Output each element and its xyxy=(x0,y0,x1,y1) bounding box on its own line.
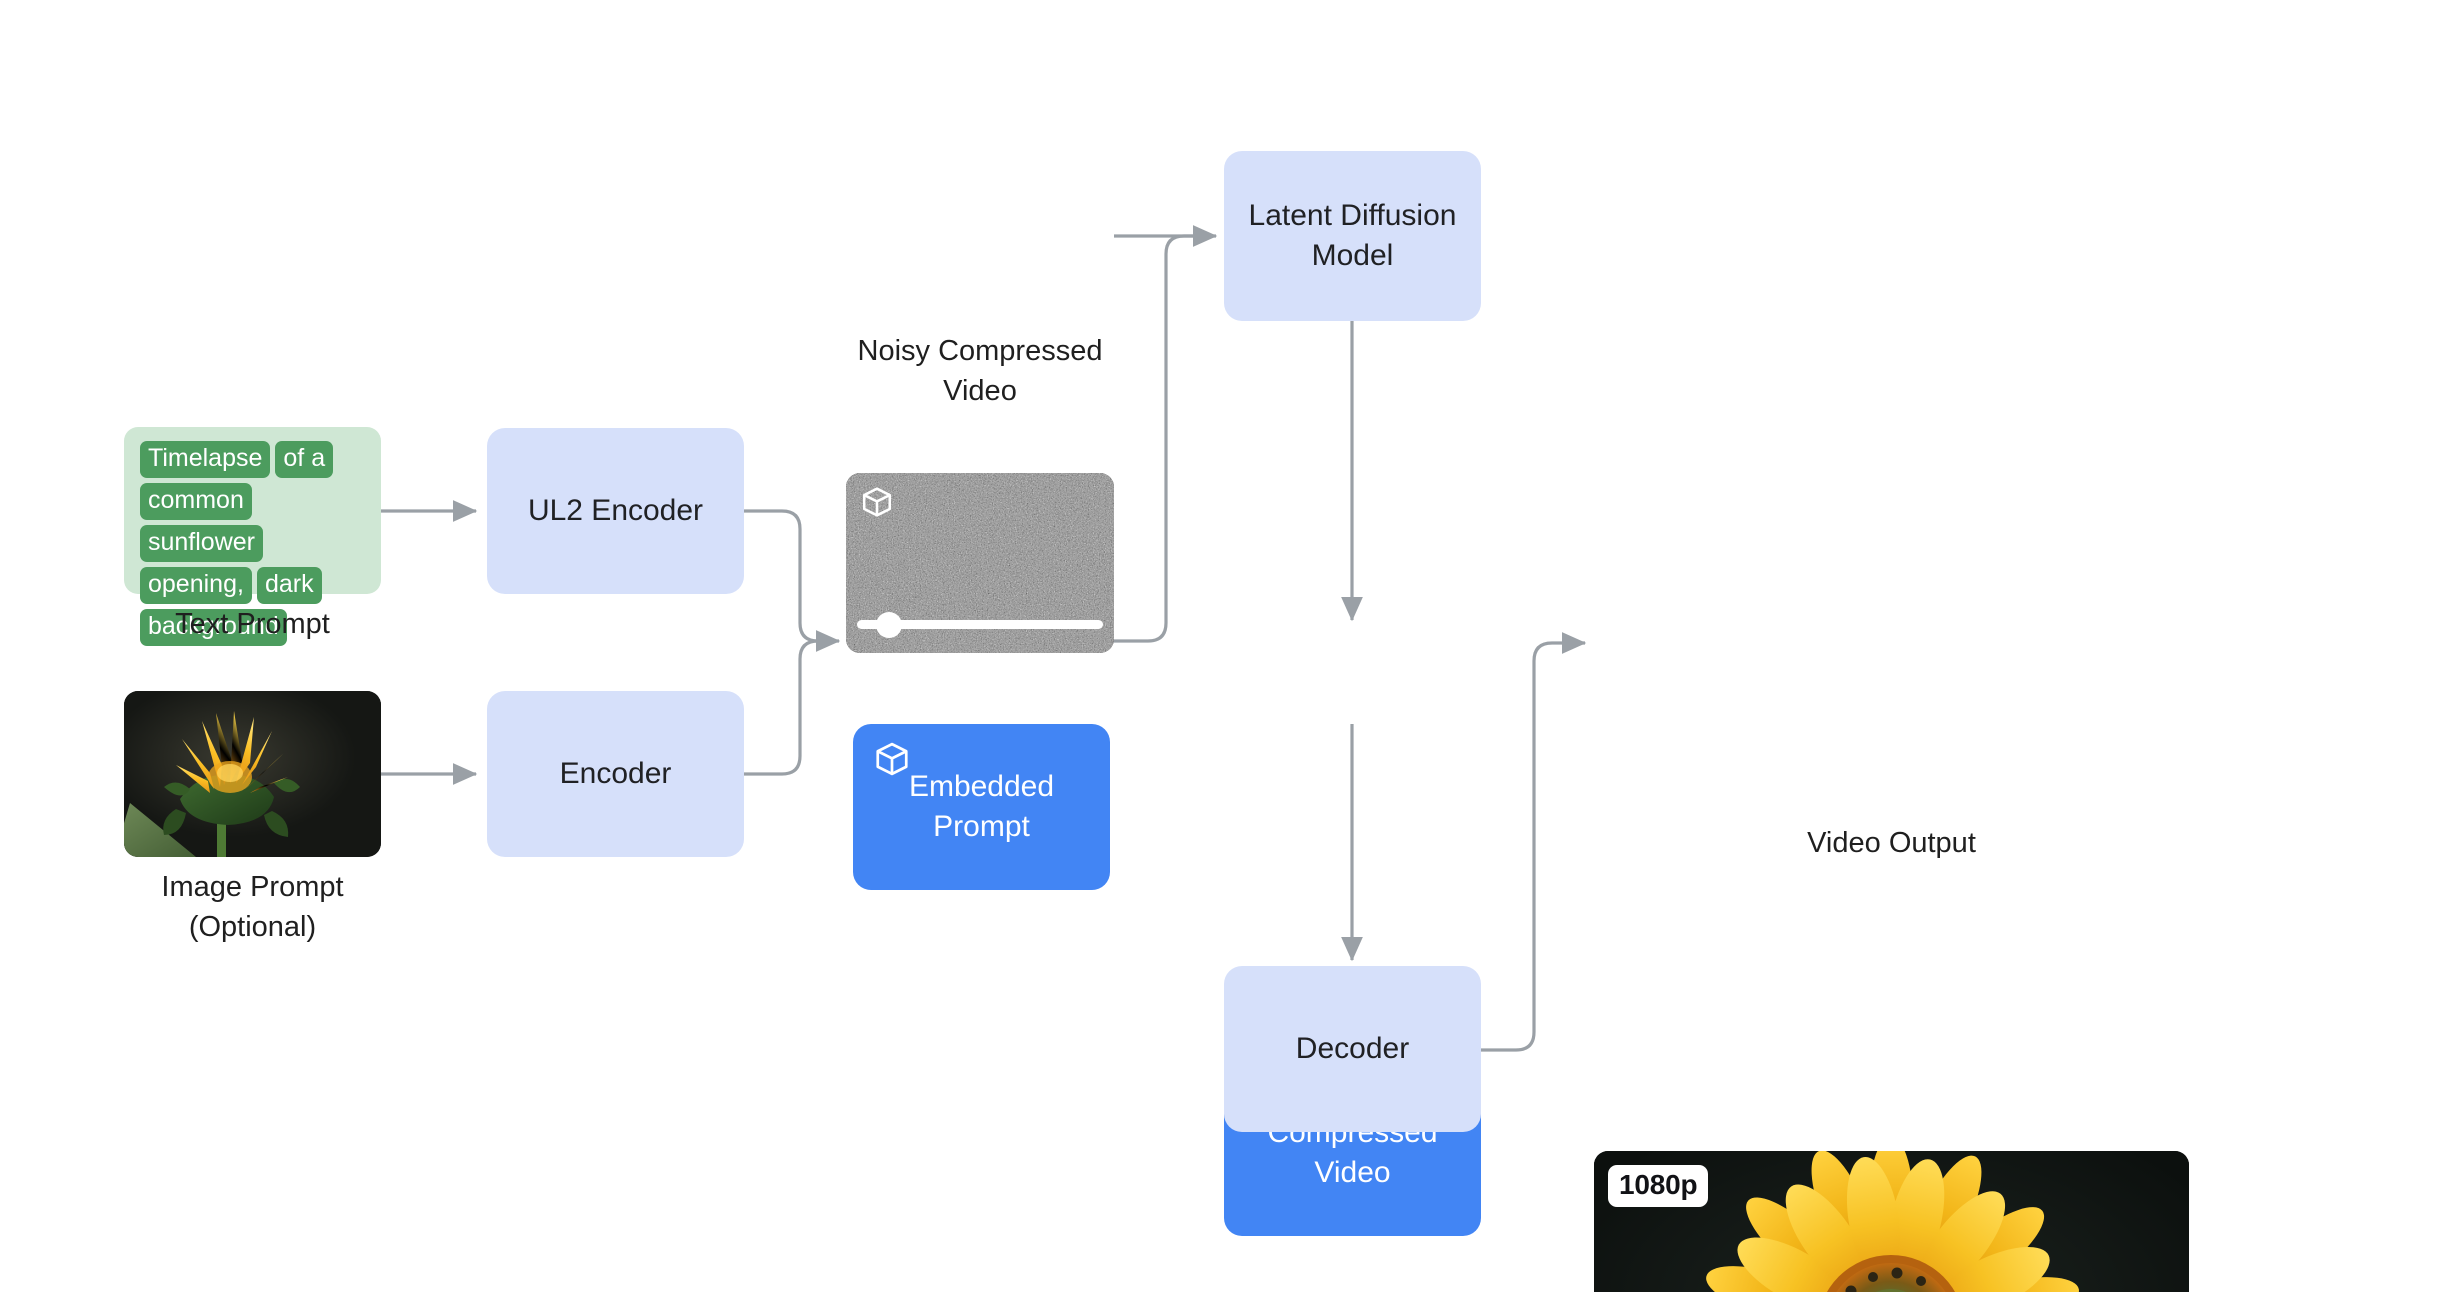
ul2-encoder-node[interactable]: UL2 Encoder xyxy=(487,428,744,594)
image-prompt-caption: Image Prompt (Optional) xyxy=(104,867,401,947)
prompt-token: of a xyxy=(275,441,334,478)
embedded-prompt-node[interactable]: Embedded Prompt xyxy=(853,724,1110,890)
prompt-token: common xyxy=(140,483,252,520)
cube-icon xyxy=(862,487,892,517)
diagram-canvas: Timelapse of a common sunflower opening,… xyxy=(0,0,2448,1292)
image-prompt-card[interactable] xyxy=(124,691,381,857)
latent-diffusion-model-node[interactable]: Latent Diffusion Model xyxy=(1224,151,1481,321)
ldm-label-line2: Model xyxy=(1311,239,1394,272)
decoder-label: Decoder xyxy=(1295,1032,1410,1066)
compressed-video-label-line2: Video xyxy=(1314,1156,1391,1189)
text-prompt-caption-label: Text Prompt xyxy=(175,608,330,640)
noisy-compressed-video-caption: Noisy Compressed Video xyxy=(826,331,1134,411)
ul2-encoder-label: UL2 Encoder xyxy=(527,494,704,528)
text-prompt-caption: Text Prompt xyxy=(124,604,381,644)
noisy-compressed-video-card[interactable] xyxy=(846,473,1114,653)
noisy-video-progress-handle[interactable] xyxy=(876,611,903,638)
image-prompt-thumbnail xyxy=(124,691,381,857)
noisy-video-progress-bar[interactable] xyxy=(857,611,1103,638)
prompt-token: dark xyxy=(256,567,322,604)
noisy-video-caption-line1: Noisy Compressed xyxy=(857,335,1103,367)
resolution-badge: 1080p xyxy=(1608,1165,1709,1207)
video-output-caption: Video Output xyxy=(1594,823,2189,863)
ldm-label-line1: Latent Diffusion xyxy=(1248,199,1457,233)
video-output-caption-label: Video Output xyxy=(1807,827,1976,859)
prompt-token: sunflower xyxy=(140,525,263,562)
video-output-card[interactable]: 1080p xyxy=(1594,1151,2189,1292)
text-prompt-card[interactable]: Timelapse of a common sunflower opening,… xyxy=(124,427,381,646)
image-prompt-caption-line1: Image Prompt xyxy=(161,871,344,903)
embedded-prompt-label-line1: Embedded xyxy=(908,770,1055,804)
edge-embedded-to-ldm xyxy=(1110,234,1208,643)
cube-icon xyxy=(876,742,908,776)
edge-encoder-to-embedded xyxy=(744,639,831,776)
edge-decoder-to-video-output xyxy=(1479,632,1587,1052)
prompt-token: opening, xyxy=(140,567,252,604)
prompt-token: Timelapse xyxy=(140,441,271,478)
noisy-video-caption-line2: Video xyxy=(943,375,1017,408)
encoder-label: Encoder xyxy=(559,757,672,791)
image-prompt-caption-line2: (Optional) xyxy=(188,911,317,944)
edge-ul2-to-embedded xyxy=(744,509,841,652)
encoder-node[interactable]: Encoder xyxy=(487,691,744,857)
decoder-node[interactable]: Decoder xyxy=(1224,966,1481,1132)
embedded-prompt-label-line2: Prompt xyxy=(933,810,1030,843)
